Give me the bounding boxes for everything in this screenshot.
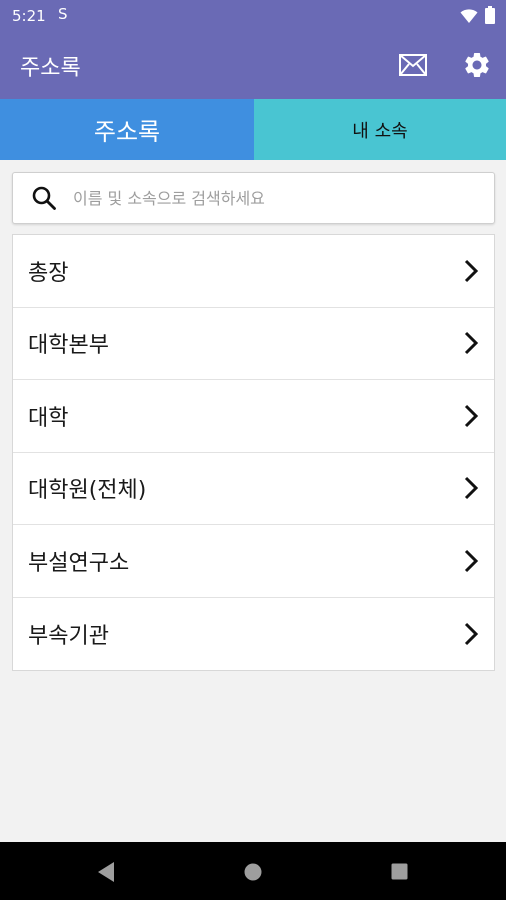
tab-label: 내 소속 (352, 120, 408, 142)
chevron-right-icon (464, 549, 479, 572)
status-time: 5:21 (12, 7, 46, 25)
app-bar: 주소록 (0, 32, 506, 99)
tab-bar: 주소록 내 소속 (0, 99, 506, 160)
list-item-label: 부설연구소 (28, 550, 130, 576)
list-item-label: 총장 (28, 260, 69, 286)
system-nav-bar (0, 842, 506, 900)
department-list: 총장 대학본부 대학 대학원(전체) 부설연구소 부속기관 (12, 234, 495, 671)
tab-address-book[interactable]: 주소록 (0, 99, 254, 160)
chevron-right-icon (464, 332, 479, 355)
search-input[interactable] (73, 188, 473, 208)
back-icon[interactable] (96, 861, 116, 883)
list-item-label: 대학 (28, 405, 69, 431)
list-item-headquarters[interactable]: 대학본부 (13, 308, 494, 380)
list-item-research-institute[interactable]: 부설연구소 (13, 525, 494, 598)
chevron-right-icon (464, 622, 479, 645)
chevron-right-icon (464, 404, 479, 427)
list-item-label: 대학원(전체) (28, 478, 147, 504)
wifi-icon (460, 9, 478, 23)
list-item-college[interactable]: 대학 (13, 380, 494, 453)
list-item-label: 부속기관 (28, 623, 109, 649)
list-item-label: 대학본부 (28, 333, 109, 359)
list-item-graduate-school[interactable]: 대학원(전체) (13, 453, 494, 525)
app-title: 주소록 (20, 56, 81, 81)
home-icon[interactable] (244, 863, 262, 881)
list-item-president[interactable]: 총장 (13, 235, 494, 308)
tab-label: 주소록 (93, 118, 161, 146)
sync-icon: S (58, 5, 68, 23)
search-bar (12, 172, 495, 224)
list-item-affiliated-institution[interactable]: 부속기관 (13, 598, 494, 671)
status-bar: 5:21 S (0, 0, 506, 32)
chevron-right-icon (464, 477, 479, 500)
tab-my-department[interactable]: 내 소속 (254, 99, 506, 160)
search-icon (32, 186, 56, 210)
mail-icon[interactable] (398, 52, 428, 78)
recents-icon[interactable] (391, 863, 408, 880)
gear-icon[interactable] (462, 50, 492, 80)
chevron-right-icon (464, 259, 479, 282)
battery-icon (485, 6, 495, 24)
